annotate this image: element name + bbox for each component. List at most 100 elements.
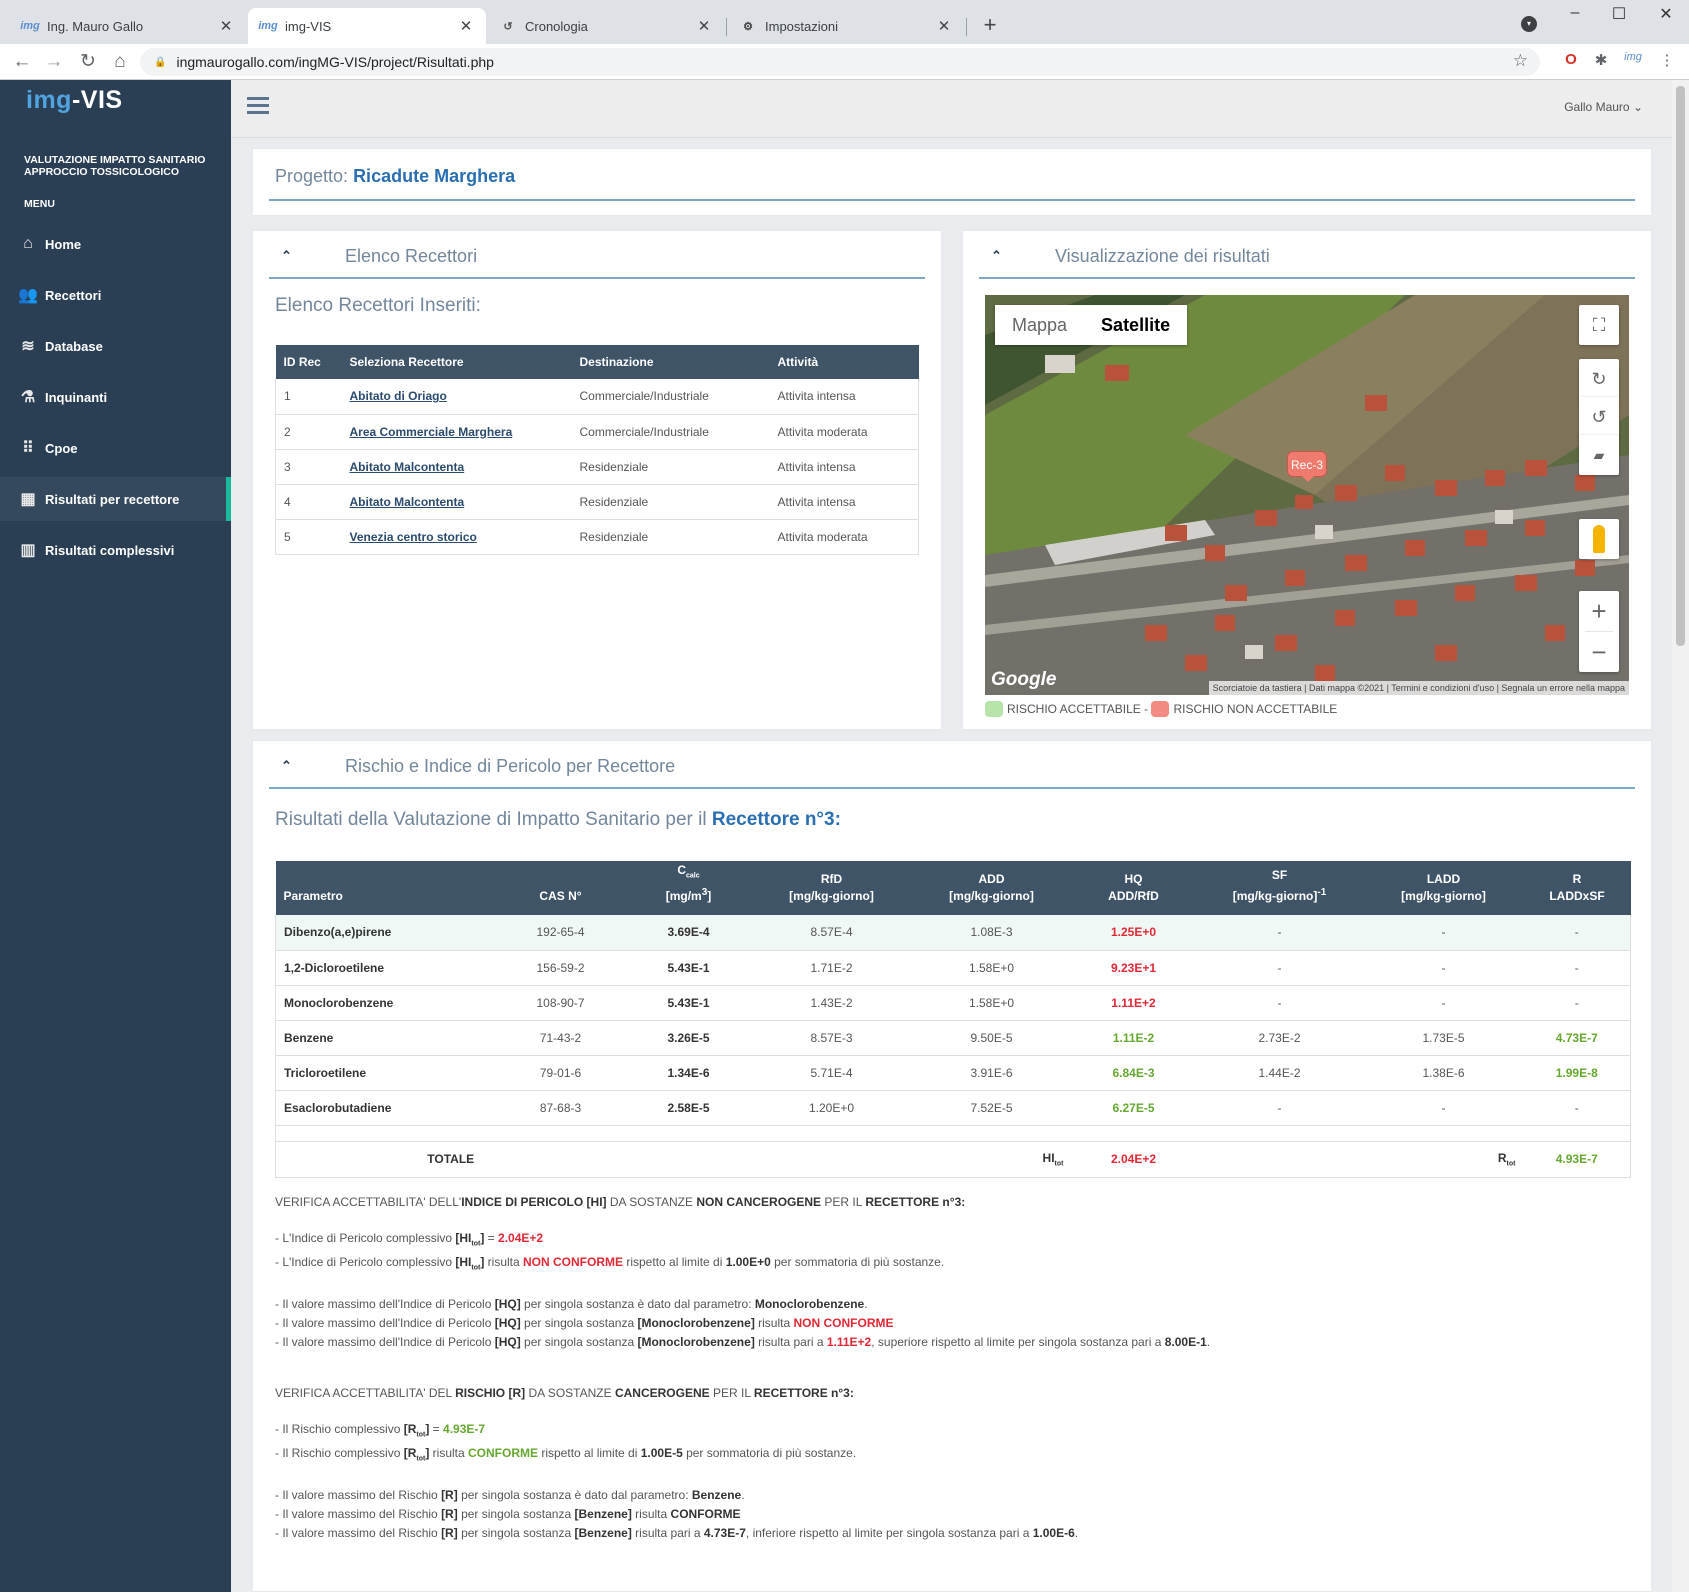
hamburger-menu-icon[interactable] xyxy=(247,97,269,118)
receptor-link[interactable]: Abitato di Oriago xyxy=(350,389,447,403)
legend-ok-swatch xyxy=(985,701,1003,717)
risk-panel: ⌃ Rischio e Indice di Pericolo per Recet… xyxy=(252,740,1652,1592)
map-attribution[interactable]: Scorciatoie da tastiera | Dati mappa ©20… xyxy=(1208,681,1629,695)
browser-menu-icon[interactable]: ⋮ xyxy=(1656,51,1678,69)
pegman-icon[interactable] xyxy=(1579,519,1619,559)
panel-title: Rischio e Indice di Pericolo per Recetto… xyxy=(345,756,676,776)
sidebar-item-risultati-complessivi[interactable]: ▥ Risultati complessivi xyxy=(0,528,231,572)
verify-hi-section: VERIFICA ACCETTABILITA' DELL'INDICE DI P… xyxy=(275,1193,1625,1352)
tab-strip: img Ing. Mauro Gallo ✕ img img-VIS ✕ ↺ C… xyxy=(0,0,1689,44)
r-max-param: Benzene xyxy=(578,1525,628,1540)
rotate-counterclockwise-icon[interactable]: ↺ xyxy=(1579,397,1619,437)
close-tab-icon[interactable]: ✕ xyxy=(458,17,474,35)
verify-text: INDICE DI PERICOLO [HI] xyxy=(461,1195,607,1209)
tab-title: Ing. Mauro Gallo xyxy=(47,18,144,34)
address-bar[interactable]: 🔒 ingmaurogallo.com/ingMG-VIS/project/Ri… xyxy=(140,48,1540,76)
receptor-link[interactable]: Area Commerciale Marghera xyxy=(350,425,513,439)
project-name: Ricadute Marghera xyxy=(353,166,516,186)
cell-act: Attivita moderata xyxy=(769,519,919,555)
header-text: LADD xyxy=(1426,872,1461,886)
minimize-icon[interactable]: – xyxy=(1561,4,1589,22)
maximize-icon[interactable]: ☐ xyxy=(1605,4,1633,24)
satellite-map[interactable]: Mappa Satellite ⛶ ↻ ↺ ▰ + − Rec-3 Google… xyxy=(985,295,1629,695)
sidebar-item-risultati-per-recettore[interactable]: ▦ Risultati per recettore xyxy=(0,477,231,521)
receptor-link[interactable]: Abitato Malcontenta xyxy=(350,460,465,474)
map-type-satellite[interactable]: Satellite xyxy=(1084,305,1187,345)
empty-cell xyxy=(751,1141,912,1178)
cell-name: Venezia centro storico xyxy=(341,519,572,555)
cell-dest: Residenziale xyxy=(571,519,770,555)
sidebar-item-home[interactable]: ⌂ Home xyxy=(0,222,231,266)
column-header: Seleziona Recettore xyxy=(341,345,572,379)
chevron-up-icon[interactable]: ⌃ xyxy=(281,248,292,264)
sidebar-item-cpoe[interactable]: ⠿ Cpoe xyxy=(0,426,231,470)
close-tab-icon[interactable]: ✕ xyxy=(936,17,952,35)
tab-search-icon[interactable]: ▾ xyxy=(1521,16,1537,32)
tab-ing-mauro-gallo[interactable]: img Ing. Mauro Gallo ✕ xyxy=(10,8,246,44)
column-header-r: R LADDxSF xyxy=(1523,861,1631,915)
verify-text: NON CANCEROGENE xyxy=(696,1195,822,1209)
verify-r-section: VERIFICA ACCETTABILITA' DEL RISCHIO [R] … xyxy=(275,1384,1625,1543)
opera-extension-icon[interactable]: O xyxy=(1560,51,1582,68)
new-tab-button[interactable]: + xyxy=(978,12,1002,38)
back-icon[interactable]: ← xyxy=(10,50,34,74)
tilt-icon[interactable]: ▰ xyxy=(1579,435,1619,475)
img-extension-icon[interactable]: img xyxy=(1622,51,1644,63)
receptor-link[interactable]: Venezia centro storico xyxy=(350,530,477,544)
verify-r-line-4: - Il valore massimo del Rischio [R] per … xyxy=(275,1506,741,1521)
tab-cronologia[interactable]: ↺ Cronologia ✕ xyxy=(488,8,724,44)
project-panel: Progetto: Ricadute Marghera xyxy=(252,148,1652,216)
user-menu[interactable]: Gallo Mauro ⌄ xyxy=(1564,100,1643,114)
bookmark-star-icon[interactable]: ☆ xyxy=(1513,51,1528,71)
main-content: Gallo Mauro ⌄ Progetto: Ricadute Margher… xyxy=(231,80,1689,1592)
forward-icon[interactable]: → xyxy=(42,50,66,74)
receptor-link[interactable]: Abitato Malcontenta xyxy=(350,495,465,509)
cell-act: Attivita moderata xyxy=(769,414,919,450)
close-tab-icon[interactable]: ✕ xyxy=(696,17,712,35)
rotate-clockwise-icon[interactable]: ↻ xyxy=(1579,359,1619,399)
scrollbar-thumb[interactable] xyxy=(1676,86,1685,646)
empty-cell xyxy=(1195,1141,1364,1178)
zoom-in-button[interactable]: + xyxy=(1579,591,1619,631)
tab-img-vis[interactable]: img img-VIS ✕ xyxy=(248,8,486,44)
close-tab-icon[interactable]: ✕ xyxy=(218,17,234,35)
cell-sf: - xyxy=(1195,915,1364,951)
puzzle-extension-icon[interactable]: ✱ xyxy=(1590,51,1612,69)
cell-hq: 1.25E+0 xyxy=(1071,915,1196,951)
top-navbar: Gallo Mauro ⌄ xyxy=(231,80,1689,138)
legend-ok-label: RISCHIO ACCETTABILE - xyxy=(1007,702,1149,716)
cell-id: 3 xyxy=(275,449,342,485)
cell-name: Abitato Malcontenta xyxy=(341,449,572,485)
sidebar-item-inquinanti[interactable]: ⚗ Inquinanti xyxy=(0,375,231,419)
receptor-marker[interactable]: Rec-3 xyxy=(1287,451,1327,482)
cell-ccalc: 1.34E-6 xyxy=(625,1055,752,1091)
cell-parametro: Esaclorobutadiene xyxy=(275,1090,496,1126)
app-logo[interactable]: img-VIS xyxy=(26,86,123,115)
column-header-sf: SF [mg/kg-giorno]-1 xyxy=(1195,861,1364,915)
table-row: Esaclorobutadiene 87-68-3 2.58E-5 1.20E+… xyxy=(275,1090,1631,1126)
sidebar-item-label: Home xyxy=(45,236,82,252)
chevron-up-icon[interactable]: ⌃ xyxy=(991,248,1002,264)
cell-id: 5 xyxy=(275,519,342,555)
cell-ladd: - xyxy=(1363,1090,1524,1126)
reload-icon[interactable]: ↻ xyxy=(76,50,100,74)
hq-max-param: Monoclorobenzene xyxy=(754,1296,865,1311)
risk-subtitle-receptor: Recettore n°3: xyxy=(711,809,841,830)
zoom-control: + − xyxy=(1579,591,1619,672)
zoom-out-button[interactable]: − xyxy=(1579,632,1619,672)
close-window-icon[interactable]: ✕ xyxy=(1652,4,1680,24)
panel-title: Visualizzazione dei risultati xyxy=(1055,246,1270,266)
chevron-up-icon[interactable]: ⌃ xyxy=(281,758,292,774)
column-header: ID Rec xyxy=(275,345,342,379)
hq-max-param: Monoclorobenzene xyxy=(641,1334,751,1349)
page-scrollbar[interactable] xyxy=(1672,80,1689,1592)
fullscreen-icon[interactable]: ⛶ xyxy=(1579,305,1619,345)
sidebar-item-recettori[interactable]: 👥 Recettori xyxy=(0,273,231,317)
sidebar-item-database[interactable]: ≋ Database xyxy=(0,324,231,368)
cell-rfd: 8.57E-4 xyxy=(751,915,912,951)
tab-impostazioni[interactable]: ⚙ Impostazioni ✕ xyxy=(728,8,964,44)
home-browser-icon[interactable]: ⌂ xyxy=(108,50,132,74)
map-type-mappa[interactable]: Mappa xyxy=(995,305,1084,345)
cell-ladd: - xyxy=(1363,915,1524,951)
database-icon: ≋ xyxy=(21,338,35,355)
